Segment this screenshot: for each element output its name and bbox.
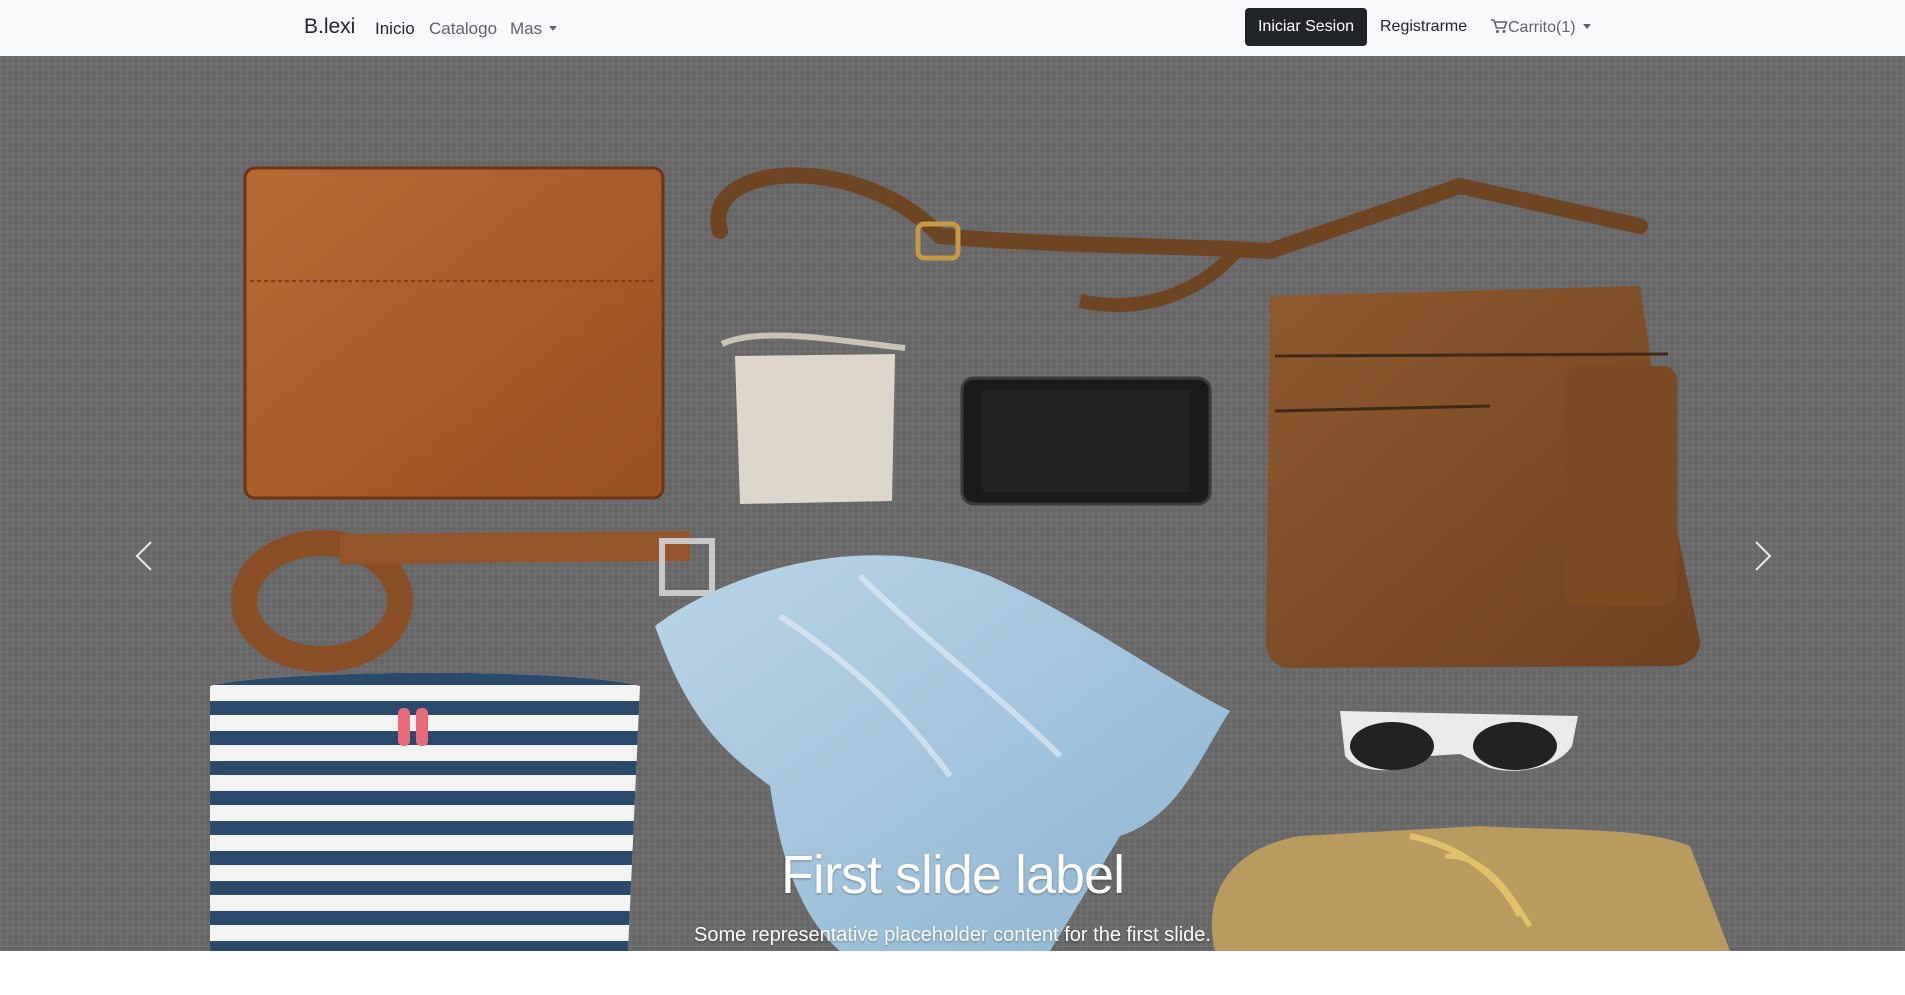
register-link[interactable]: Registrarme <box>1380 18 1467 36</box>
navbar-container: B.lexi Inicio Catalogo Mas Iniciar Sesio… <box>0 0 1905 56</box>
carousel-next-button[interactable] <box>1742 536 1782 576</box>
nav-dropdown-mas[interactable]: Mas <box>510 19 558 39</box>
login-button[interactable]: Iniciar Sesion <box>1245 8 1367 46</box>
chevron-down-icon <box>549 26 558 31</box>
slide-image <box>0 56 1905 951</box>
slide-title: First slide label <box>780 845 1125 905</box>
hero-carousel: First slide label Some representative pl… <box>0 56 1905 951</box>
chevron-left-icon <box>135 541 152 571</box>
navbar: B.lexi Inicio Catalogo Mas Iniciar Sesio… <box>0 0 1905 56</box>
nav-dropdown-mas-label: Mas <box>510 19 543 38</box>
brand-logo[interactable]: B.lexi <box>304 15 355 39</box>
chevron-down-icon <box>1582 24 1591 29</box>
chevron-right-icon <box>1755 541 1772 571</box>
cart-label: Carrito(1) <box>1508 19 1576 36</box>
cart-dropdown[interactable]: Carrito(1) <box>1490 18 1591 37</box>
nav-link-inicio[interactable]: Inicio <box>375 19 415 39</box>
carousel-prev-button[interactable] <box>125 536 165 576</box>
slide-text: Some representative placeholder content … <box>694 924 1211 946</box>
cart-icon <box>1491 19 1508 33</box>
nav-link-catalogo[interactable]: Catalogo <box>429 19 497 39</box>
